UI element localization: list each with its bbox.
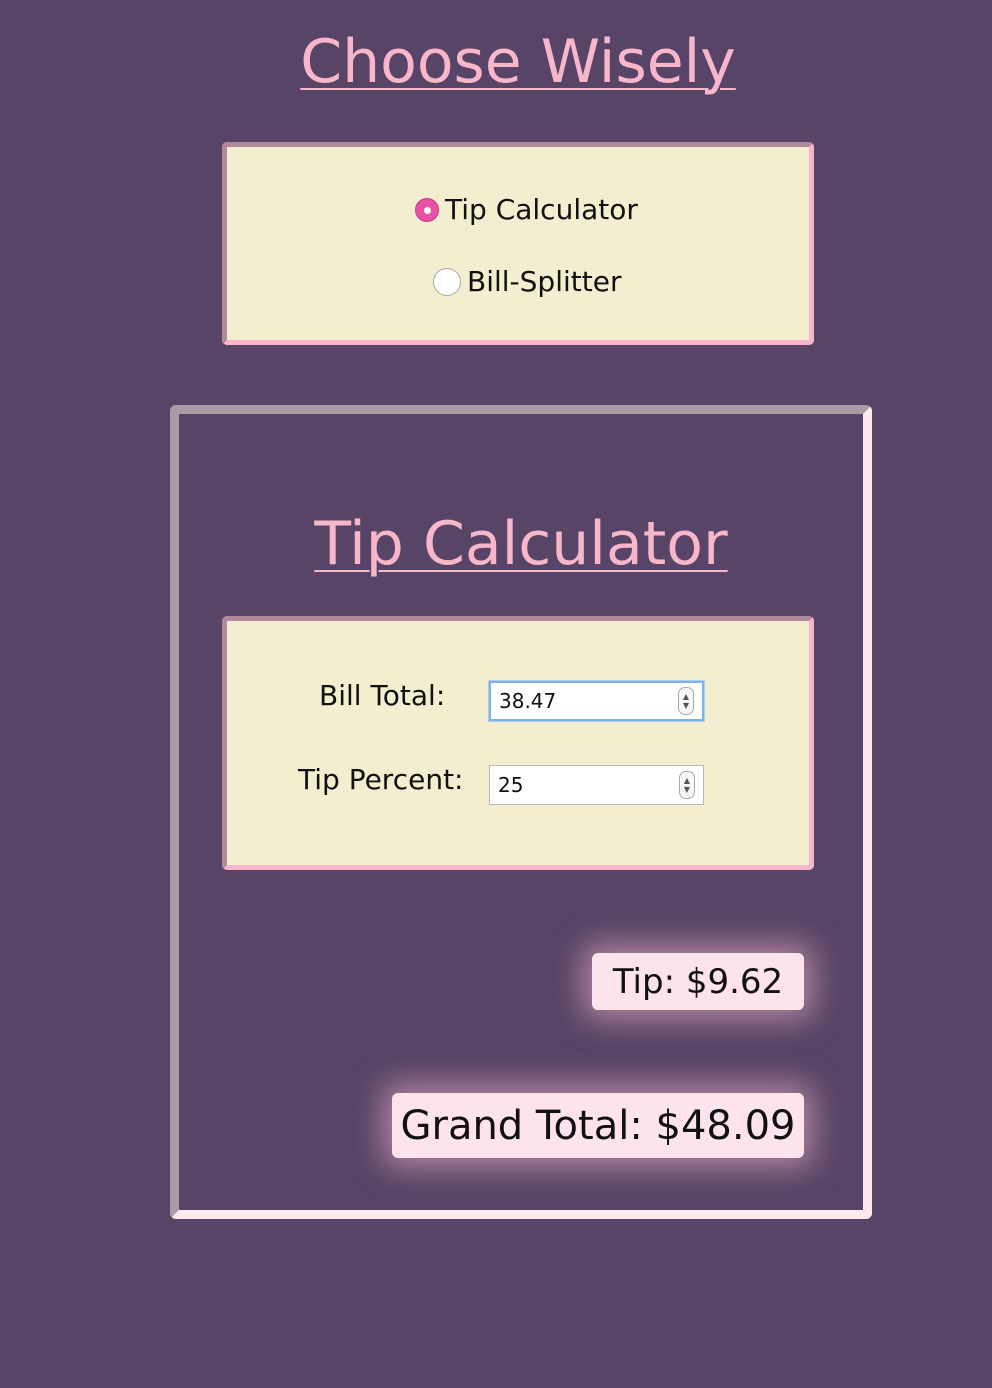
radio-option-bill-splitter[interactable]: Bill-Splitter [433, 265, 621, 298]
tip-calculator-panel: Tip Calculator Bill Total: 38.47 ▲ ▼ Tip … [170, 405, 872, 1219]
radio-option-tip-calculator[interactable]: Tip Calculator [415, 193, 638, 226]
bill-total-label: Bill Total: [319, 679, 446, 712]
page: Choose Wisely Tip Calculator Bill-Splitt… [0, 0, 992, 1388]
inputs-box: Bill Total: 38.47 ▲ ▼ Tip Percent: 25 ▲ ▼ [222, 616, 814, 870]
grand-total-badge: Grand Total: $48.09 [392, 1093, 804, 1158]
tip-percent-value: 25 [498, 773, 524, 797]
mode-chooser: Tip Calculator Bill-Splitter [222, 142, 814, 345]
tip-percent-label: Tip Percent: [298, 763, 464, 796]
radio-label-bill-splitter: Bill-Splitter [467, 265, 622, 298]
page-title: Choose Wisely [300, 27, 736, 97]
radio-label-tip-calculator: Tip Calculator [445, 193, 638, 226]
tip-percent-input[interactable]: 25 ▲ ▼ [489, 765, 704, 805]
radio-selected-icon[interactable] [415, 197, 439, 222]
bill-total-stepper-icon[interactable]: ▲ ▼ [678, 687, 694, 715]
tip-percent-stepper-icon[interactable]: ▲ ▼ [679, 771, 695, 799]
bill-total-input[interactable]: 38.47 ▲ ▼ [489, 681, 704, 721]
calculator-title: Tip Calculator [314, 509, 728, 579]
bill-total-value: 38.47 [499, 689, 557, 713]
tip-result-badge: Tip: $9.62 [592, 953, 804, 1010]
radio-unselected-icon[interactable] [433, 267, 461, 296]
